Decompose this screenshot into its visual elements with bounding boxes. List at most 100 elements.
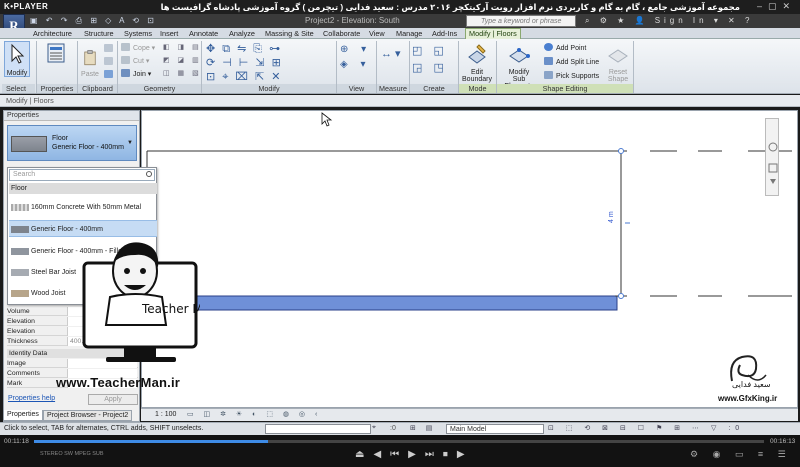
type-swatch <box>11 248 29 255</box>
tab-properties[interactable]: Properties <box>3 410 43 421</box>
sign-in-link[interactable]: Sign In <box>655 16 708 25</box>
drawing-area[interactable]: 4 m <box>141 110 798 408</box>
player-extra-icons[interactable]: ⚙ ◉ ▭ ≡ ☰ <box>690 449 792 460</box>
elevation-view <box>146 112 792 311</box>
type-option[interactable]: 160mm Concrete With 50mm Metal Deck <box>9 199 157 228</box>
geometry-tools-2[interactable]: ◩ ◪ ▥ <box>163 56 202 64</box>
edit-boundary-label-1: Edit <box>470 69 484 76</box>
prop-comments-label: Comments <box>7 370 40 377</box>
reset-shape-label-1: Reset <box>608 69 628 76</box>
modify-button[interactable]: Modify <box>4 41 30 77</box>
model-select[interactable]: Main Model <box>446 424 544 434</box>
tab-view[interactable]: View <box>369 29 385 38</box>
group-select[interactable]: Select <box>2 84 35 93</box>
modify-tools-row1[interactable]: ✥⧉⇋⎘⊶ <box>206 42 287 56</box>
geometry-tools-3[interactable]: ◫ ▦ ▧ <box>163 69 202 77</box>
seek-progress <box>34 440 268 443</box>
pick-supports-label: Pick Supports <box>556 73 600 80</box>
tab-manage[interactable]: Manage <box>396 29 422 38</box>
type-option-label: Wood Joist <box>31 290 66 297</box>
time-total: 00:16:13 <box>770 438 796 445</box>
paste-icon <box>84 50 96 66</box>
kmplayer-window: K•PLAYER مجموعه آموزشی جامع ، گام به گام… <box>0 0 800 467</box>
tab-massing-site[interactable]: Massing & Site <box>265 29 314 38</box>
view-tools-2[interactable]: ◈ ▾ <box>340 59 371 70</box>
paste-button[interactable]: Paste <box>80 49 100 78</box>
create-tools[interactable]: ◰ ◱ <box>412 44 448 57</box>
cut-icon[interactable] <box>104 57 116 66</box>
properties-button[interactable] <box>39 41 73 69</box>
selected-floor <box>146 295 618 311</box>
group-geometry: Geometry <box>118 84 201 93</box>
type-search-input[interactable]: Search <box>9 169 155 181</box>
reset-shape-label-2: Shape <box>607 76 629 83</box>
view-control-icons[interactable]: ▭ ◫ ✲ ☀ ◐ ⬚ ◍ ◎ ‹ <box>187 410 321 418</box>
tab-collaborate[interactable]: Collaborate <box>323 29 360 38</box>
window-controls[interactable]: –▢✕ <box>757 1 796 12</box>
reset-shape-button[interactable]: Reset Shape <box>605 41 631 83</box>
modify-tools-row2[interactable]: ⟳⊣⊢⇲⊞ <box>206 56 288 69</box>
tab-systems[interactable]: Systems <box>124 29 152 38</box>
reset-shape-icon <box>608 49 628 63</box>
navigation-bar[interactable] <box>765 118 779 196</box>
view-scale[interactable]: 1 : 100 <box>155 411 176 418</box>
tab-annotate[interactable]: Annotate <box>189 29 218 38</box>
status-message: Click to select, TAB for alternates, CTR… <box>4 425 204 432</box>
group-view: View <box>337 84 376 93</box>
user-area[interactable]: ⌕ ⚙ ★ 👤 Sign In ▾ ✕ ? <box>585 16 753 26</box>
add-point-button[interactable]: Add Point <box>544 43 586 52</box>
view-tools[interactable]: ⊕ ▾ <box>340 44 371 55</box>
type-selector[interactable]: Floor Generic Floor - 400mm ▼ <box>7 125 137 161</box>
tab-architecture[interactable]: Architecture <box>33 29 72 38</box>
player-title-bar: K•PLAYER مجموعه آموزشی جامع ، گام به گام… <box>0 0 800 14</box>
qat-icons[interactable]: ▣ ↶ ↷ ⎙ ⊞ ◇ A ⟲ ⊡ <box>30 16 157 26</box>
type-option-label: Generic Floor - 400mm <box>31 226 103 233</box>
geometry-tools[interactable]: ◧ ◨ ▤ <box>163 43 202 51</box>
properties-help-link[interactable]: Properties help <box>8 395 55 402</box>
measure-icon[interactable]: ↔ ▾ <box>381 47 401 60</box>
apply-button[interactable]: Apply <box>88 394 138 405</box>
edit-boundary-button[interactable]: Edit Boundary <box>461 41 493 83</box>
floor-type-swatch <box>11 136 47 152</box>
tab-add-ins[interactable]: Add-Ins <box>432 29 457 38</box>
type-swatch <box>11 269 29 276</box>
dimension-text[interactable]: 4 m <box>608 211 615 223</box>
cut-button[interactable]: Cut ▾ <box>121 56 149 65</box>
type-swatch <box>11 290 29 297</box>
type-family: Floor <box>52 135 68 142</box>
filter-icons[interactable]: ⊡ ⬚ ⟲ ⊠ ⊟ ☐ ⚑ ⊞ ⋯ ▽ :0 <box>548 424 744 432</box>
view-control-bar: 1 : 100 ▭ ◫ ✲ ☀ ◐ ⬚ ◍ ◎ ‹ <box>141 408 798 421</box>
tab-structure[interactable]: Structure <box>84 29 114 38</box>
add-split-line-button[interactable]: Add Split Line <box>544 57 599 66</box>
prop-elevation-label: Elevation <box>7 318 35 325</box>
modify-sub-elements-button[interactable]: Modify Sub Elements <box>499 41 539 90</box>
prop-image-label: Image <box>7 360 26 367</box>
edit-boundary-icon <box>468 44 486 64</box>
create-tools-2[interactable]: ◲ ◳ <box>412 61 448 74</box>
type-swatch <box>11 204 29 211</box>
gfxking-site: www.GfxKing.ir <box>718 394 778 403</box>
modify-tools-row3[interactable]: ⊡⌖⌧⇱✕ <box>206 70 288 84</box>
chevron-down-icon[interactable]: ▼ <box>127 140 133 146</box>
match-icon[interactable] <box>104 70 116 79</box>
tab-project-browser[interactable]: Project Browser - Project2 <box>43 410 133 421</box>
teacherman-logo: Teacher Man <box>82 242 200 362</box>
join-button[interactable]: Join ▾ <box>121 69 151 78</box>
mouse-cursor <box>321 112 333 127</box>
search-input[interactable]: Type a keyword or phrase <box>466 15 576 27</box>
copy-icon[interactable] <box>104 44 116 53</box>
tab-insert[interactable]: Insert <box>160 29 178 38</box>
ribbon-tabs: Architecture Structure Systems Insert An… <box>0 28 800 39</box>
workset-field[interactable] <box>265 424 371 434</box>
type-name: Generic Floor - 400mm <box>52 144 124 151</box>
design-options-icons[interactable]: ⊞ ▤ <box>410 424 436 432</box>
status-coord: :0 <box>390 425 396 432</box>
tab-modify-floors[interactable]: Modify | Floors <box>465 28 521 39</box>
playback-buttons[interactable]: ⏏◀⏮▶⏭⏹▶ <box>355 449 474 460</box>
workset-icon[interactable]: ⌖ <box>372 424 376 432</box>
tab-analyze[interactable]: Analyze <box>229 29 255 38</box>
cope-button[interactable]: Cope ▾ <box>121 43 155 52</box>
add-split-line-label: Add Split Line <box>556 59 600 66</box>
status-bar: Click to select, TAB for alternates, CTR… <box>0 422 800 435</box>
pick-supports-button[interactable]: Pick Supports <box>544 71 599 80</box>
